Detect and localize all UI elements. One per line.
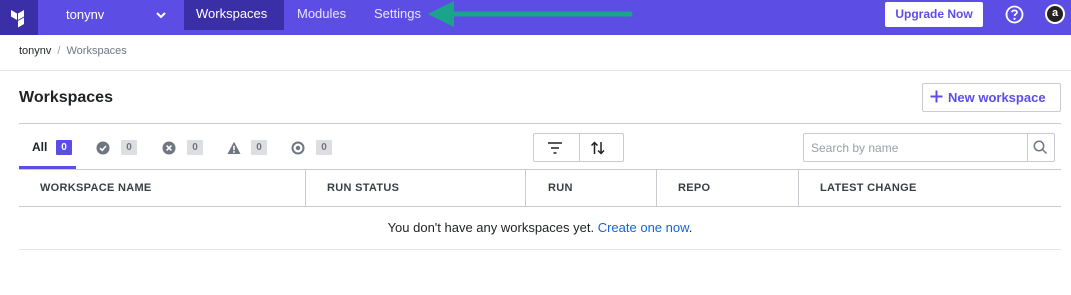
success-count: 0 — [121, 140, 137, 155]
column-run-status[interactable]: RUN STATUS — [327, 170, 399, 206]
x-circle-icon[interactable] — [162, 141, 176, 155]
nav-settings[interactable]: Settings — [362, 0, 433, 30]
column-divider — [305, 170, 306, 206]
annotation-arrow — [428, 1, 633, 27]
page-title: Workspaces — [19, 89, 113, 106]
search-box — [803, 133, 1055, 162]
upgrade-now-button[interactable]: Upgrade Now — [885, 2, 983, 27]
breadcrumb: tonynv / Workspaces — [19, 45, 127, 57]
search-divider — [1027, 134, 1028, 161]
sort-icon[interactable] — [590, 141, 606, 155]
create-one-now-link[interactable]: Create one now — [598, 220, 689, 235]
org-switcher[interactable]: tonynv — [66, 0, 104, 35]
check-circle-icon[interactable] — [96, 141, 110, 155]
sort-filter-group — [533, 133, 624, 162]
warning-icon[interactable] — [227, 141, 241, 155]
error-count: 0 — [187, 140, 203, 155]
new-workspace-button[interactable]: New workspace — [922, 83, 1061, 112]
plus-icon — [930, 90, 943, 103]
column-divider — [656, 170, 657, 206]
filter-bar: All 0 0 0 0 0 — [19, 123, 1061, 170]
nav-workspaces[interactable]: Workspaces — [184, 0, 284, 30]
user-avatar[interactable]: a — [1045, 4, 1065, 24]
dot-circle-icon[interactable] — [291, 141, 305, 155]
filter-all-label: All — [32, 140, 48, 154]
breadcrumb-org-link[interactable]: tonynv — [19, 45, 51, 57]
filter-all-count: 0 — [56, 140, 72, 155]
breadcrumb-separator: / — [57, 45, 61, 57]
sort-divider — [579, 134, 580, 161]
filter-tab-all[interactable]: All 0 — [19, 124, 76, 169]
column-divider — [525, 170, 526, 206]
filter-icon[interactable] — [547, 141, 563, 155]
nav-modules[interactable]: Modules — [285, 0, 358, 30]
warning-count: 0 — [251, 140, 267, 155]
pending-count: 0 — [316, 140, 332, 155]
divider — [0, 70, 1071, 71]
column-workspace-name[interactable]: WORKSPACE NAME — [40, 170, 152, 206]
column-repo[interactable]: REPO — [678, 170, 710, 206]
table-header: WORKSPACE NAME RUN STATUS RUN REPO LATES… — [19, 170, 1061, 207]
top-nav: tonynv Workspaces Modules Settings Upgra… — [0, 0, 1071, 35]
search-icon[interactable] — [1033, 140, 1048, 155]
column-run[interactable]: RUN — [548, 170, 573, 206]
empty-state-message: You don't have any workspaces yet. — [387, 220, 595, 235]
help-icon[interactable] — [1005, 5, 1024, 24]
chevron-down-icon[interactable] — [154, 8, 168, 22]
breadcrumb-current: Workspaces — [66, 45, 127, 57]
column-divider — [798, 170, 799, 206]
column-latest-change[interactable]: LATEST CHANGE — [820, 170, 917, 206]
empty-state-suffix: . — [688, 220, 693, 235]
empty-state-row: You don't have any workspaces yet. Creat… — [19, 207, 1061, 250]
new-workspace-label: New workspace — [948, 90, 1046, 105]
avatar-letter: a — [1047, 6, 1063, 22]
search-input[interactable] — [804, 134, 1026, 161]
terraform-logo-icon[interactable] — [0, 0, 38, 35]
